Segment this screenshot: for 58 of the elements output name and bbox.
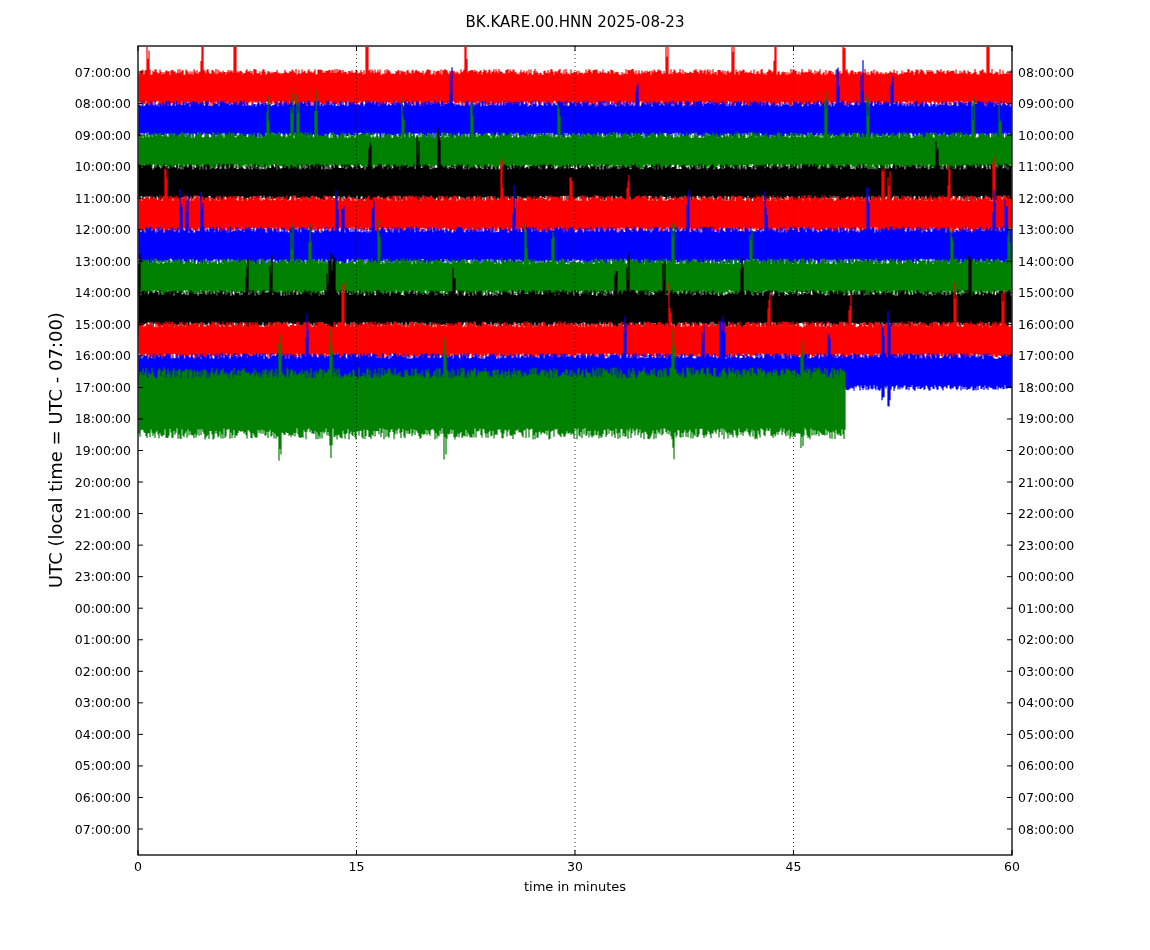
y-tick-label: 22:00:00 — [1018, 506, 1075, 522]
y-tick-label: 04:00:00 — [1018, 695, 1075, 711]
y-tick-label: 05:00:00 — [1018, 726, 1075, 742]
y-tick-label: 01:00:00 — [1018, 600, 1075, 616]
x-axis-label: time in minutes — [523, 879, 627, 894]
y-tick-label: 07:00:00 — [74, 64, 131, 80]
y-tick-label: 03:00:00 — [74, 695, 131, 711]
x-tick-label: 60 — [1004, 859, 1020, 874]
y-tick-label: 08:00:00 — [1018, 821, 1075, 837]
y-tick-label: 13:00:00 — [1018, 222, 1075, 238]
y-tick-label: 02:00:00 — [74, 663, 131, 679]
y-tick-label: 19:00:00 — [74, 443, 131, 458]
y-tick-label: 15:00:00 — [1018, 285, 1075, 301]
y-tick-label: 08:00:00 — [1018, 64, 1075, 80]
y-tick-label: 06:00:00 — [74, 789, 131, 805]
y-tick-label: 10:00:00 — [74, 159, 131, 175]
y-tick-label: 23:00:00 — [1018, 537, 1075, 553]
x-tick-label: 0 — [134, 859, 142, 874]
y-tick-label: 01:00:00 — [74, 632, 131, 648]
y-tick-label: 13:00:00 — [74, 253, 131, 269]
y-tick-label: 23:00:00 — [74, 569, 131, 585]
y-tick-label: 16:00:00 — [1018, 316, 1075, 332]
y-tick-label: 17:00:00 — [1018, 348, 1075, 364]
y-tick-label: 02:00:00 — [1018, 632, 1075, 648]
y-tick-label: 20:00:00 — [74, 474, 131, 490]
y-tick-label: 08:00:00 — [74, 96, 131, 112]
y-axis-label: UTC (local time = UTC - 07:00) — [45, 312, 66, 588]
y-tick-label: 11:00:00 — [1018, 159, 1075, 175]
y-tick-label: 19:00:00 — [1018, 411, 1075, 427]
y-tick-label: 15:00:00 — [74, 316, 131, 332]
y-tick-label: 12:00:00 — [1018, 190, 1075, 206]
y-tick-label: 18:00:00 — [1018, 379, 1075, 395]
y-tick-label: 09:00:00 — [1018, 96, 1075, 112]
y-tick-label: 06:00:00 — [1018, 758, 1075, 774]
y-tick-label: 12:00:00 — [74, 222, 131, 238]
y-tick-label: 14:00:00 — [74, 285, 131, 301]
y-tick-label: 07:00:00 — [74, 821, 131, 837]
y-tick-label: 00:00:00 — [1018, 569, 1075, 585]
x-tick-label: 30 — [567, 859, 583, 874]
y-tick-label: 22:00:00 — [74, 537, 131, 553]
x-tick-label: 45 — [785, 859, 802, 874]
y-tick-label: 16:00:00 — [74, 348, 131, 364]
plot-title: BK.KARE.00.HNN 2025-08-23 — [465, 13, 685, 31]
y-tick-label: 11:00:00 — [74, 190, 131, 206]
y-tick-label: 09:00:00 — [74, 127, 131, 143]
x-tick-label: 15 — [348, 859, 365, 874]
y-tick-label: 17:00:00 — [74, 379, 131, 395]
y-tick-label: 21:00:00 — [74, 506, 131, 522]
y-tick-label: 03:00:00 — [1018, 663, 1075, 679]
y-tick-label: 21:00:00 — [1018, 474, 1075, 490]
y-tick-label: 05:00:00 — [74, 758, 131, 774]
y-tick-label: 04:00:00 — [74, 726, 131, 742]
y-tick-label: 18:00:00 — [74, 411, 131, 427]
y-tick-label: 20:00:00 — [1018, 443, 1075, 458]
y-tick-label: 07:00:00 — [1018, 789, 1075, 805]
y-tick-label: 00:00:00 — [74, 600, 131, 616]
y-tick-label: 14:00:00 — [1018, 253, 1075, 269]
y-tick-label: 10:00:00 — [1018, 127, 1075, 143]
